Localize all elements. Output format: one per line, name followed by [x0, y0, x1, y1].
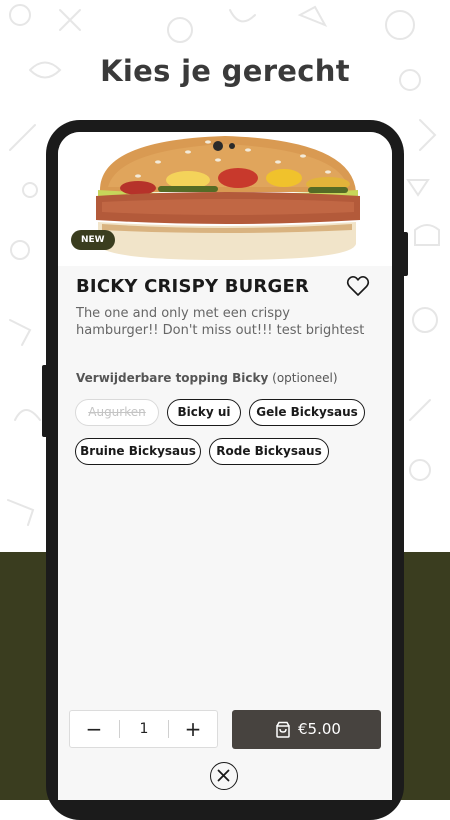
topping-section-label: Verwijderbare topping Bicky (optioneel) — [76, 371, 338, 385]
front-sensor — [229, 143, 235, 149]
product-description: The one and only met een crispy hamburge… — [76, 306, 365, 338]
decrease-button[interactable]: − — [70, 711, 118, 747]
topping-chip-bruine-bickysaus[interactable]: Bruine Bickysaus — [75, 438, 201, 465]
new-badge: NEW — [71, 230, 115, 250]
topping-label-title: Verwijderbare topping Bicky — [76, 371, 269, 385]
product-title: BICKY CRISPY BURGER — [76, 276, 310, 297]
heart-icon[interactable] — [346, 275, 370, 297]
quantity-stepper: − 1 + — [69, 710, 218, 748]
front-camera — [213, 141, 223, 151]
phone-screen: NEW BICKY CRISPY BURGER The one and only… — [58, 132, 392, 800]
cart-price: €5.00 — [298, 720, 341, 738]
product-image: NEW — [58, 132, 392, 266]
add-to-cart-button[interactable]: €5.00 — [232, 710, 381, 749]
topping-chip-augurken[interactable]: Augurken — [75, 399, 159, 426]
topping-label-optional: (optioneel) — [272, 371, 338, 385]
topping-chip-rode-bickysaus[interactable]: Rode Bickysaus — [209, 438, 329, 465]
close-button[interactable] — [210, 762, 238, 790]
increase-button[interactable]: + — [169, 711, 217, 747]
quantity-value: 1 — [139, 721, 149, 737]
page-headline: Kies je gerecht — [100, 54, 350, 88]
shopping-bag-icon — [276, 721, 290, 738]
topping-chip-gele-bickysaus[interactable]: Gele Bickysaus — [249, 399, 365, 426]
close-icon — [217, 769, 230, 782]
topping-chip-bicky-ui[interactable]: Bicky ui — [167, 399, 241, 426]
